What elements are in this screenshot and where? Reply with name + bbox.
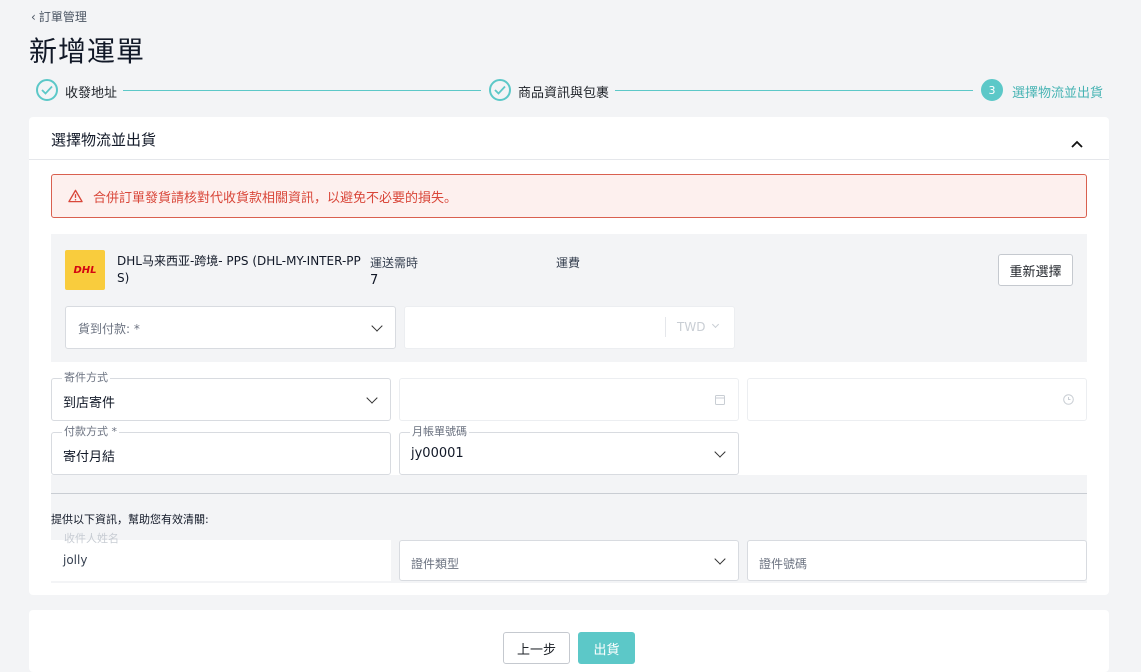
customs-intro: 提供以下資訊，幫助您有效清關: [51, 513, 209, 526]
id-type-placeholder: 證件類型 [411, 557, 460, 571]
id-number-placeholder: 證件號碼 [759, 557, 808, 571]
step-3-label: 選擇物流並出貨 [1012, 86, 1104, 101]
alert-text: 合併訂單發貨請核對代收貨款相關資訊，以避免不必要的損失。 [93, 190, 458, 206]
page-title: 新增運單 [29, 35, 146, 68]
merge-order-alert: 合併訂單發貨請核對代收貨款相關資訊，以避免不必要的損失。 [51, 174, 1087, 218]
step-done-icon [36, 79, 58, 101]
transit-value: 7 [370, 273, 379, 288]
dhl-logo: DHL [65, 250, 105, 290]
step-3-number: 3 [981, 79, 1003, 101]
pickup-date-input[interactable] [399, 378, 739, 421]
payment-method-value: 寄付月結 [63, 450, 116, 465]
dhl-logo-text: DHL [73, 264, 97, 276]
prev-step-button[interactable]: 上一步 [503, 632, 570, 664]
shipping-method-label: 寄件方式 [62, 371, 110, 384]
monthly-account-label: 月帳單號碼 [410, 425, 469, 438]
shipping-method-value: 到店寄件 [63, 396, 116, 411]
section-divider [29, 159, 1109, 160]
transit-label: 運送需時 [370, 256, 419, 270]
currency-select[interactable]: TWD [677, 320, 705, 334]
step-1-label: 收發地址 [65, 86, 118, 101]
collapse-button[interactable] [1071, 133, 1083, 152]
monthly-account-value: jy00001 [411, 446, 464, 461]
fee-label: 運費 [556, 256, 581, 270]
cod-placeholder: 貨到付款: * [78, 322, 140, 336]
reselect-button[interactable]: 重新選擇 [998, 254, 1073, 286]
section-title: 選擇物流並出貨 [51, 131, 157, 149]
pickup-time-input[interactable] [747, 378, 1087, 421]
step-connector [615, 90, 973, 91]
payment-method-label: 付款方式 * [62, 425, 119, 438]
chevron-left-icon: ‹ [31, 9, 36, 24]
back-link[interactable]: ‹ 訂單管理 [31, 8, 87, 25]
customs-divider [51, 493, 1087, 494]
chevron-up-icon [1071, 140, 1083, 148]
carrier-name-line2: S) [117, 271, 130, 285]
step-done-icon [489, 79, 511, 101]
recipient-name-value: jolly [63, 553, 88, 567]
step-connector [123, 90, 481, 91]
back-link-label: 訂單管理 [38, 10, 87, 24]
warning-icon [68, 189, 83, 203]
recipient-name-label: 收件人姓名 [64, 532, 119, 545]
carrier-name-line1: DHL马来西亚-跨境- PPS (DHL-MY-INTER-PP [117, 254, 361, 268]
step-2-label: 商品資訊與包裹 [518, 86, 610, 101]
clock-icon [1063, 394, 1074, 405]
calendar-icon [715, 395, 725, 405]
currency-divider [665, 317, 666, 337]
recipient-name-input[interactable] [51, 540, 391, 581]
carrier-name: DHL马来西亚-跨境- PPS (DHL-MY-INTER-PP S) [117, 253, 361, 287]
ship-button[interactable]: 出貨 [578, 632, 635, 664]
